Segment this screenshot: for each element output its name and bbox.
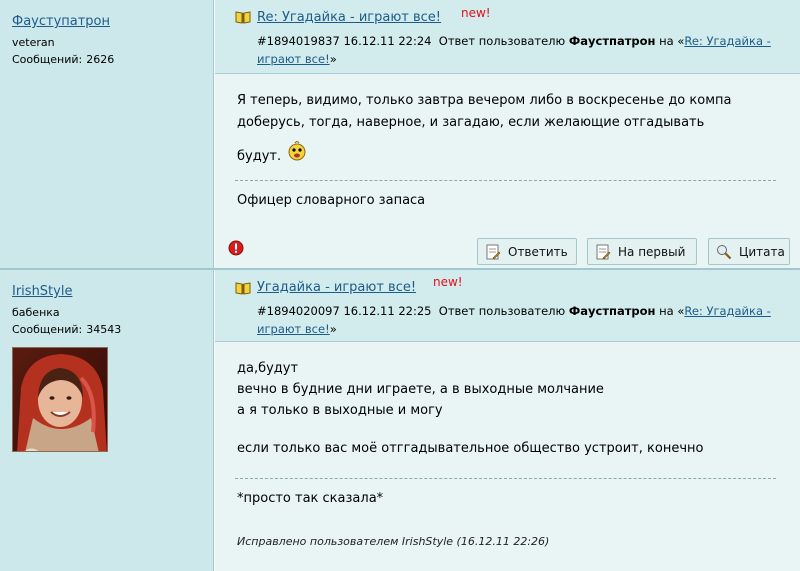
post: Фауступатрон veteran Сообщений: 2626 Re: …: [0, 0, 800, 268]
body-line: доберусь, тогда, наверное, и загадаю, ес…: [237, 115, 705, 130]
reply-prefix: Ответ пользователю: [438, 34, 566, 48]
reply-first-button[interactable]: На первый: [587, 238, 697, 265]
post-meta: #1894020097 16.12.11 22:25 Ответ пользов…: [257, 302, 794, 338]
edited-note: Исправлено пользователем IrishStyle (16.…: [237, 535, 550, 548]
post-meta: #1894019837 16.12.11 22:24 Ответ пользов…: [257, 32, 794, 68]
reply-to-user: Фаустпатрон: [568, 304, 656, 318]
post-header: Угадайка - играют все! new! #1894020097 …: [215, 270, 800, 342]
messages-label: Сообщений:: [12, 323, 83, 336]
reply-close: »: [329, 322, 337, 336]
author-name-link[interactable]: Фауступатрон: [12, 14, 110, 29]
reply-on: на «: [659, 34, 685, 48]
reply-prefix: Ответ пользователю: [438, 304, 566, 318]
post-id-date: #1894020097 16.12.11 22:25: [257, 304, 432, 318]
post-header: Re: Угадайка - играют все! new! #1894019…: [215, 0, 800, 74]
reply-close: »: [329, 52, 337, 66]
signature-separator: [235, 478, 776, 479]
reply-on: на «: [659, 304, 685, 318]
post-body: да,будут вечно в будние дни играете, а в…: [237, 358, 776, 459]
author-rank: бабенка: [12, 306, 60, 319]
quote-button[interactable]: Цитата: [708, 238, 790, 265]
body-line: а я только в выходные и могу: [237, 403, 443, 418]
post-id-date: #1894019837 16.12.11 22:24: [257, 34, 432, 48]
author-panel: IrishStyle бабенка Сообщений: 34543: [0, 270, 214, 571]
author-message-count: Сообщений: 2626: [12, 53, 114, 66]
reply-to-user: Фаустпатрон: [568, 34, 656, 48]
signature-separator: [235, 180, 776, 181]
quote-icon: [717, 244, 732, 259]
author-message-count: Сообщений: 34543: [12, 323, 121, 336]
reply-first-button-label: На первый: [618, 244, 686, 259]
body-line: вечно в будние дни играете, а в выходные…: [237, 382, 604, 397]
book-icon: [235, 11, 251, 24]
post: IrishStyle бабенка Сообщений: 34543 Угад…: [0, 270, 800, 571]
author-rank: veteran: [12, 36, 55, 49]
body-line: Я теперь, видимо, только завтра вечером …: [237, 93, 732, 108]
avatar-image: [13, 348, 107, 451]
body-line: [237, 421, 776, 438]
post-body: Я теперь, видимо, только завтра вечером …: [237, 90, 776, 168]
messages-label: Сообщений:: [12, 53, 83, 66]
post-title-link[interactable]: Угадайка - играют все!: [257, 280, 416, 295]
reply-first-icon: [596, 244, 611, 259]
reply-button-label: Ответить: [508, 244, 568, 259]
signature: Офицер словарного запаса: [237, 193, 426, 208]
body-line: да,будут: [237, 361, 299, 376]
reply-icon: [486, 244, 501, 259]
report-alert-icon[interactable]: [228, 240, 244, 256]
smiley-icon: [288, 141, 306, 161]
post-title-link[interactable]: Re: Угадайка - играют все!: [257, 10, 441, 25]
author-name-link[interactable]: IrishStyle: [12, 284, 72, 299]
book-icon: [235, 282, 251, 295]
messages-count: 34543: [86, 323, 122, 336]
body-line: если только вас моё отггадывательное общ…: [237, 441, 704, 456]
messages-count: 2626: [86, 53, 115, 66]
post-content: Угадайка - играют все! new! #1894020097 …: [215, 270, 800, 571]
signature: *просто так сказала*: [237, 491, 384, 506]
body-line: будут.: [237, 149, 282, 164]
new-badge: new!: [433, 275, 463, 289]
avatar[interactable]: [12, 347, 108, 452]
new-badge: new!: [461, 6, 491, 20]
post-content: Re: Угадайка - играют все! new! #1894019…: [215, 0, 800, 268]
reply-button[interactable]: Ответить: [477, 238, 577, 265]
quote-button-label: Цитата: [739, 244, 785, 259]
author-panel: Фауступатрон veteran Сообщений: 2626: [0, 0, 214, 268]
